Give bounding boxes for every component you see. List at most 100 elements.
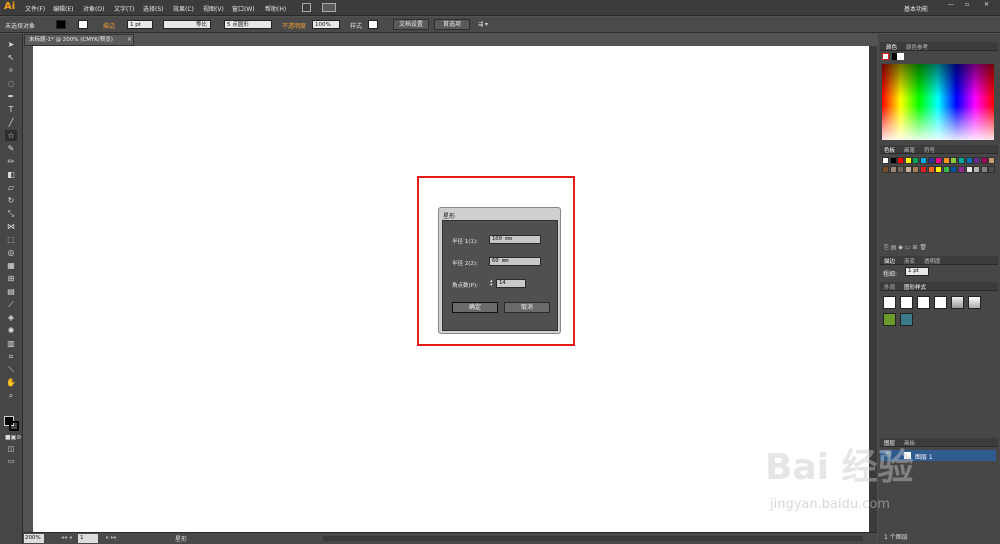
blob-brush-icon[interactable]: ◧ [5, 169, 17, 180]
tab-brushes[interactable]: 画笔 [904, 146, 915, 154]
color-swatch[interactable] [882, 157, 889, 164]
width-tool-icon[interactable]: ⋈ [5, 221, 17, 232]
ok-button[interactable]: 确定 [452, 302, 498, 313]
magic-wand-icon[interactable]: ✧ [5, 65, 17, 76]
eraser-icon[interactable]: ▱ [5, 182, 17, 193]
color-swatch[interactable] [935, 166, 943, 173]
bridge-icon[interactable] [302, 3, 311, 12]
color-swatch[interactable] [958, 166, 965, 173]
color-swatch[interactable] [965, 166, 973, 173]
free-transform-icon[interactable]: ⬚ [5, 234, 17, 245]
color-swatch[interactable] [927, 166, 935, 173]
stroke-swatch[interactable] [78, 20, 88, 29]
graphic-style-2[interactable] [900, 296, 913, 309]
graphic-style-8[interactable] [900, 313, 913, 326]
menu-edit[interactable]: 编辑(E) [53, 4, 73, 13]
type-tool-icon[interactable]: T [5, 104, 17, 115]
arrange-docs-icon[interactable] [322, 3, 336, 12]
paintbrush-icon[interactable]: ✎ [5, 143, 17, 154]
graphic-style-picker[interactable] [368, 20, 378, 29]
zoom-tool-icon[interactable]: ⌕ [5, 390, 17, 401]
tab-appearance[interactable]: 外观 [884, 283, 895, 291]
color-mode-icon[interactable]: ■▣⊘ [5, 432, 21, 443]
color-swatch[interactable] [920, 157, 927, 164]
color-swatch[interactable] [904, 166, 912, 173]
document-setup-button[interactable]: 文档设置 [393, 19, 429, 30]
artboard-field[interactable]: 1 [78, 534, 98, 543]
points-stepper-icon[interactable]: ▴ ▾ [490, 279, 495, 288]
minimize-icon[interactable]: — [948, 1, 954, 8]
preferences-button[interactable]: 首选项 [434, 19, 470, 30]
color-swatch[interactable] [942, 166, 950, 173]
radius2-input[interactable]: 60 mm [489, 257, 541, 266]
stroke-weight-field[interactable]: 1 pt [127, 20, 153, 29]
prev-artboard-icon[interactable]: ◂◂ ◂ [61, 534, 72, 541]
graphic-style-3[interactable] [917, 296, 930, 309]
selection-tool-icon[interactable]: ➤ [5, 39, 17, 50]
graphic-style-5[interactable] [951, 296, 964, 309]
workspace-switcher[interactable]: 基本功能 [904, 4, 928, 13]
menu-window[interactable]: 窗口(W) [232, 4, 255, 13]
column-graph-icon[interactable]: ▥ [5, 338, 17, 349]
color-swatch[interactable] [942, 157, 950, 164]
pencil-icon[interactable]: ✏ [5, 156, 17, 167]
tab-color-guide[interactable]: 颜色参考 [906, 43, 928, 51]
swatch-library-icon[interactable]: ⎘ ▤ ◆ ▭ ⊞ 🗑 [884, 244, 927, 252]
eyedropper-icon[interactable]: ⟋ [5, 299, 17, 310]
tab-swatches[interactable]: 色板 [884, 146, 895, 154]
horizontal-scrollbar[interactable] [323, 536, 863, 541]
color-swatch[interactable] [950, 157, 958, 164]
menu-file[interactable]: 文件(F) [25, 4, 45, 13]
color-swatch[interactable] [965, 157, 973, 164]
opacity-label[interactable]: 不透明度 [282, 21, 306, 30]
perspective-grid-icon[interactable]: ▦ [5, 260, 17, 271]
opacity-field[interactable]: 100% [312, 20, 340, 29]
menu-help[interactable]: 帮助(H) [265, 4, 286, 13]
color-swatch[interactable] [980, 166, 988, 173]
menu-effect[interactable]: 效果(C) [173, 4, 194, 13]
next-artboard-icon[interactable]: ▸ ▸▸ [106, 534, 117, 541]
color-swatch[interactable] [882, 166, 889, 173]
radius1-input[interactable]: 100 mm [489, 235, 541, 244]
align-icon[interactable]: ⇶ ▾ [478, 21, 488, 28]
direct-selection-tool-icon[interactable]: ↖ [5, 52, 17, 63]
artboard-tool-icon[interactable]: ⌗ [5, 351, 17, 362]
document-close-icon[interactable]: × [127, 36, 132, 43]
color-swatch[interactable] [935, 157, 943, 164]
tab-graphic-styles[interactable]: 图形样式 [904, 283, 926, 291]
cancel-button[interactable]: 取消 [504, 302, 550, 313]
color-swatch[interactable] [950, 166, 958, 173]
graphic-style-default[interactable] [883, 296, 896, 309]
color-swatch[interactable] [912, 166, 920, 173]
color-swatch[interactable] [958, 157, 965, 164]
tab-gradient[interactable]: 渐变 [904, 257, 915, 265]
symbol-sprayer-icon[interactable]: ✺ [5, 325, 17, 336]
menu-select[interactable]: 选择(S) [143, 4, 164, 13]
brush-definition[interactable]: 5 点圆形 [224, 20, 272, 29]
color-swatch[interactable] [904, 157, 912, 164]
slice-tool-icon[interactable]: ⟍ [5, 364, 17, 375]
tab-symbols[interactable]: 符号 [924, 146, 935, 154]
drawing-mode-icon[interactable]: ◫ [5, 444, 17, 455]
weight-field[interactable]: 1 pt [905, 267, 929, 276]
zoom-field[interactable]: 200% [24, 534, 44, 543]
color-swatch[interactable] [920, 166, 927, 173]
color-swatch[interactable] [927, 157, 935, 164]
color-swatch[interactable] [973, 157, 981, 164]
line-tool-icon[interactable]: ╱ [5, 117, 17, 128]
tab-transparency[interactable]: 透明度 [924, 257, 941, 265]
close-icon[interactable]: ✕ [984, 1, 989, 8]
scale-tool-icon[interactable]: ⤡ [5, 208, 17, 219]
document-tab[interactable]: 未标题-1* @ 200% (CMYK/预览) [24, 34, 134, 46]
tab-color[interactable]: 颜色 [886, 43, 897, 51]
color-swatch[interactable] [889, 157, 897, 164]
variable-width-profile[interactable]: 等比 [163, 20, 211, 29]
color-swatch[interactable] [988, 157, 996, 164]
menu-type[interactable]: 文字(T) [114, 4, 134, 13]
graphic-style-4[interactable] [934, 296, 947, 309]
color-swatch[interactable] [889, 166, 897, 173]
blend-tool-icon[interactable]: ◈ [5, 312, 17, 323]
gradient-tool-icon[interactable]: ▤ [5, 286, 17, 297]
none-swatch-icon[interactable] [882, 53, 889, 60]
restore-icon[interactable]: ▫ [965, 1, 969, 8]
